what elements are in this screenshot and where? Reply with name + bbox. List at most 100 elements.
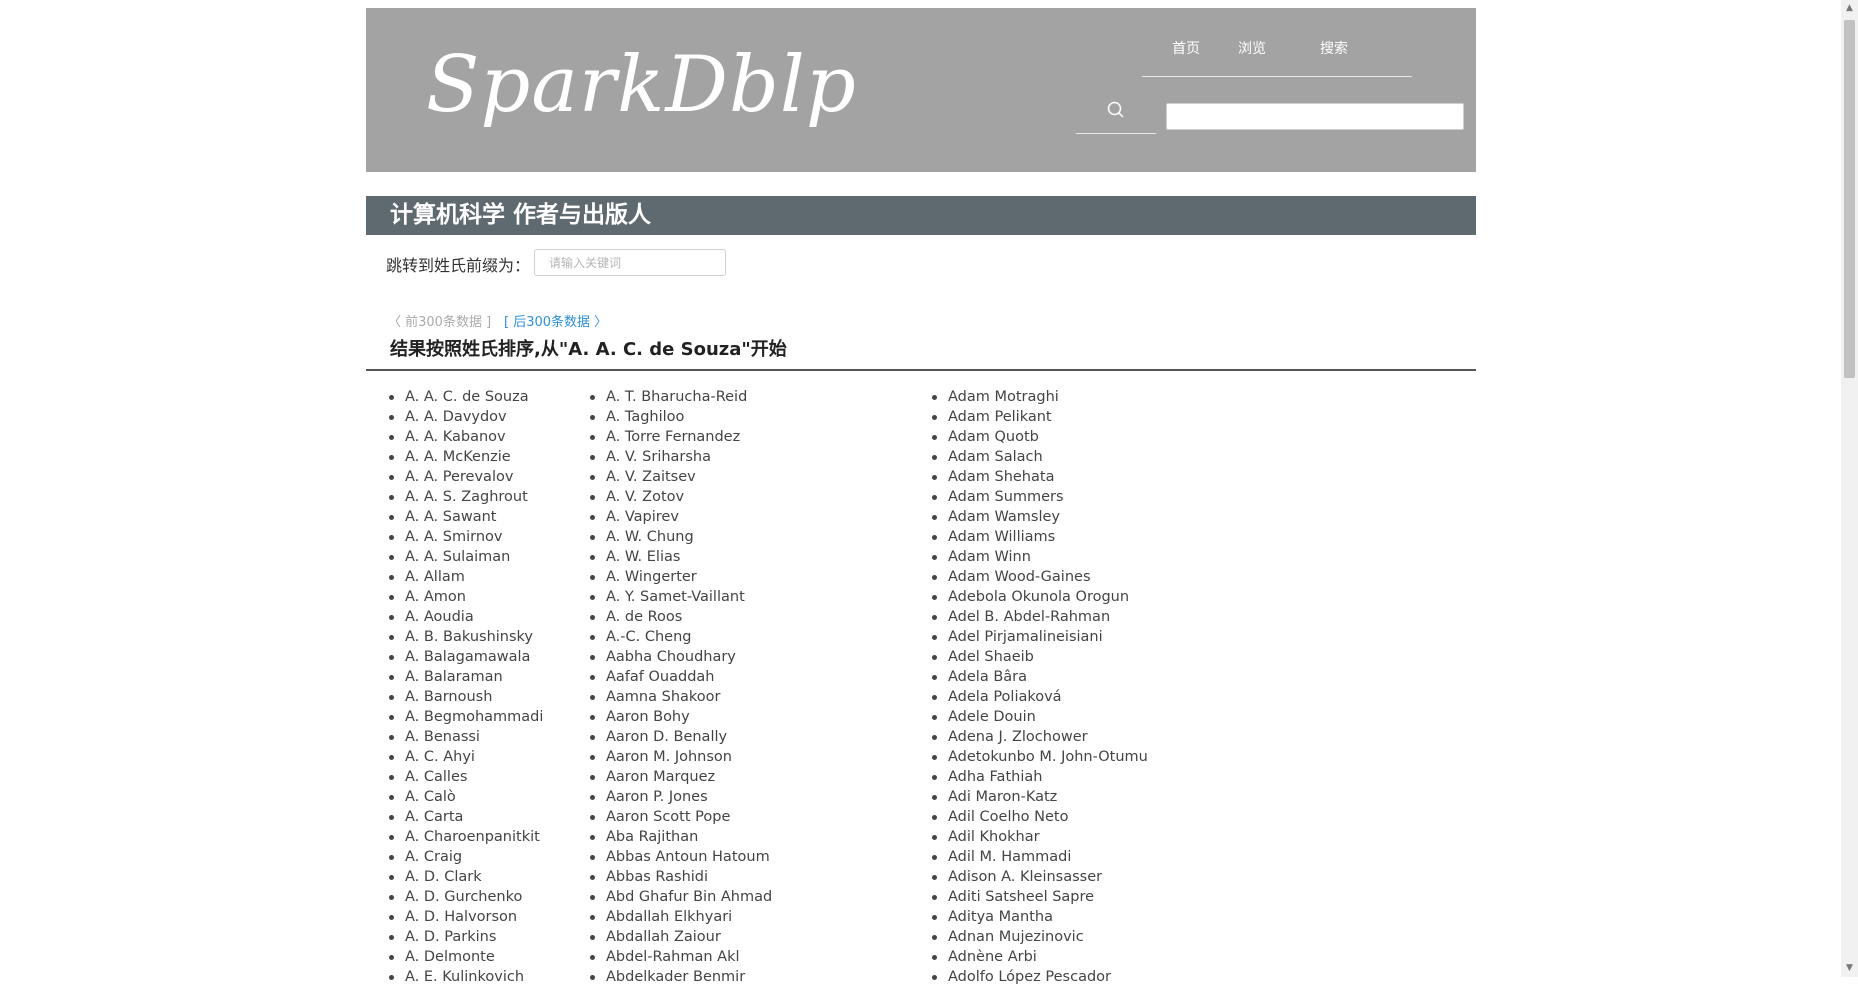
- surname-prefix-input[interactable]: [534, 249, 726, 276]
- author-link[interactable]: A. D. Gurchenko: [389, 887, 543, 907]
- author-link[interactable]: Adam Wamsley: [932, 507, 1148, 527]
- author-link[interactable]: Aaron P. Jones: [590, 787, 772, 807]
- author-link[interactable]: Adnène Arbi: [932, 947, 1148, 967]
- author-link[interactable]: A. D. Halvorson: [389, 907, 543, 927]
- header-search-input[interactable]: [1166, 103, 1464, 130]
- author-link[interactable]: Aabha Choudhary: [590, 647, 772, 667]
- author-link[interactable]: A. Delmonte: [389, 947, 543, 967]
- author-link[interactable]: A. Wingerter: [590, 567, 772, 587]
- nav-browse[interactable]: 浏览: [1238, 38, 1266, 58]
- nav-search[interactable]: 搜索: [1320, 38, 1348, 58]
- author-link[interactable]: Adam Summers: [932, 487, 1148, 507]
- author-link[interactable]: Adebola Okunola Orogun: [932, 587, 1148, 607]
- author-link[interactable]: Abd Ghafur Bin Ahmad: [590, 887, 772, 907]
- author-link[interactable]: A. A. S. Zaghrout: [389, 487, 543, 507]
- author-link[interactable]: Aafaf Ouaddah: [590, 667, 772, 687]
- author-link[interactable]: Abdelkader Benmir: [590, 967, 772, 987]
- author-link[interactable]: Abbas Antoun Hatoum: [590, 847, 772, 867]
- author-link[interactable]: A. Barnoush: [389, 687, 543, 707]
- author-link[interactable]: A. Balagamawala: [389, 647, 543, 667]
- author-link[interactable]: A. W. Elias: [590, 547, 772, 567]
- author-link[interactable]: Adison A. Kleinsasser: [932, 867, 1148, 887]
- author-link[interactable]: A. A. Kabanov: [389, 427, 543, 447]
- author-link[interactable]: Aaron Bohy: [590, 707, 772, 727]
- author-link[interactable]: Aba Rajithan: [590, 827, 772, 847]
- author-link[interactable]: A. Calò: [389, 787, 543, 807]
- author-link[interactable]: A. Craig: [389, 847, 543, 867]
- author-link[interactable]: Adam Pelikant: [932, 407, 1148, 427]
- nav-home[interactable]: 首页: [1172, 38, 1200, 58]
- author-link[interactable]: A. B. Bakushinsky: [389, 627, 543, 647]
- author-link[interactable]: Adi Maron-Katz: [932, 787, 1148, 807]
- author-link[interactable]: Aamna Shakoor: [590, 687, 772, 707]
- vertical-scrollbar[interactable]: ▲ ▼: [1841, 0, 1858, 977]
- author-link[interactable]: Aditya Mantha: [932, 907, 1148, 927]
- author-link[interactable]: A. Calles: [389, 767, 543, 787]
- author-link[interactable]: Adolfo López Pescador: [932, 967, 1148, 987]
- author-link[interactable]: Adam Winn: [932, 547, 1148, 567]
- author-link[interactable]: A. C. Ahyi: [389, 747, 543, 767]
- author-link[interactable]: A. Y. Samet-Vaillant: [590, 587, 772, 607]
- author-link[interactable]: Adil M. Hammadi: [932, 847, 1148, 867]
- author-link[interactable]: A. Taghiloo: [590, 407, 772, 427]
- author-link[interactable]: Aaron Scott Pope: [590, 807, 772, 827]
- author-link[interactable]: Adena J. Zlochower: [932, 727, 1148, 747]
- scroll-up-arrow-icon[interactable]: ▲: [1841, 0, 1858, 17]
- author-link[interactable]: Adele Douin: [932, 707, 1148, 727]
- site-logo[interactable]: SparkDblp: [426, 46, 857, 124]
- author-link[interactable]: A. D. Parkins: [389, 927, 543, 947]
- author-link[interactable]: Adam Salach: [932, 447, 1148, 467]
- author-link[interactable]: Adam Motraghi: [932, 387, 1148, 407]
- author-link[interactable]: Adil Coelho Neto: [932, 807, 1148, 827]
- author-link[interactable]: Adil Khokhar: [932, 827, 1148, 847]
- author-link[interactable]: A.-C. Cheng: [590, 627, 772, 647]
- author-link[interactable]: A. Charoenpanitkit: [389, 827, 543, 847]
- author-link[interactable]: A. A. C. de Souza: [389, 387, 543, 407]
- search-button[interactable]: [1076, 88, 1156, 134]
- author-link[interactable]: A. Benassi: [389, 727, 543, 747]
- author-link[interactable]: Adela Poliaková: [932, 687, 1148, 707]
- scroll-down-arrow-icon[interactable]: ▼: [1841, 960, 1858, 977]
- author-link[interactable]: A. D. Clark: [389, 867, 543, 887]
- author-link[interactable]: Adam Wood-Gaines: [932, 567, 1148, 587]
- author-link[interactable]: A. W. Chung: [590, 527, 772, 547]
- author-link[interactable]: A. V. Zotov: [590, 487, 772, 507]
- next-page-link[interactable]: [ 后300条数据 〉: [504, 311, 607, 330]
- author-link[interactable]: Aaron M. Johnson: [590, 747, 772, 767]
- author-link[interactable]: A. T. Bharucha-Reid: [590, 387, 772, 407]
- author-link[interactable]: Aaron Marquez: [590, 767, 772, 787]
- author-link[interactable]: A. Vapirev: [590, 507, 772, 527]
- author-link[interactable]: Adela Bâra: [932, 667, 1148, 687]
- scroll-thumb[interactable]: [1844, 20, 1855, 378]
- author-link[interactable]: A. V. Zaitsev: [590, 467, 772, 487]
- author-link[interactable]: A. A. McKenzie: [389, 447, 543, 467]
- author-link[interactable]: Adnan Mujezinovic: [932, 927, 1148, 947]
- author-link[interactable]: A. Allam: [389, 567, 543, 587]
- author-link[interactable]: A. Carta: [389, 807, 543, 827]
- author-link[interactable]: Abdel-Rahman Akl: [590, 947, 772, 967]
- author-link[interactable]: A. A. Davydov: [389, 407, 543, 427]
- author-link[interactable]: A. Balaraman: [389, 667, 543, 687]
- author-link[interactable]: A. E. Kulinkovich: [389, 967, 543, 987]
- author-link[interactable]: A. V. Sriharsha: [590, 447, 772, 467]
- author-link[interactable]: Adel B. Abdel-Rahman: [932, 607, 1148, 627]
- author-link[interactable]: A. A. Sawant: [389, 507, 543, 527]
- author-link[interactable]: Adel Pirjamalineisiani: [932, 627, 1148, 647]
- author-link[interactable]: Adam Williams: [932, 527, 1148, 547]
- author-link[interactable]: Abdallah Zaiour: [590, 927, 772, 947]
- author-link[interactable]: A. A. Smirnov: [389, 527, 543, 547]
- author-link[interactable]: Adetokunbo M. John-Otumu: [932, 747, 1148, 767]
- author-link[interactable]: A. Torre Fernandez: [590, 427, 772, 447]
- author-link[interactable]: A. A. Sulaiman: [389, 547, 543, 567]
- author-link[interactable]: Aaron D. Benally: [590, 727, 772, 747]
- author-link[interactable]: Adel Shaeib: [932, 647, 1148, 667]
- author-link[interactable]: Abdallah Elkhyari: [590, 907, 772, 927]
- author-link[interactable]: Aditi Satsheel Sapre: [932, 887, 1148, 907]
- author-link[interactable]: A. Amon: [389, 587, 543, 607]
- author-link[interactable]: A. A. Perevalov: [389, 467, 543, 487]
- author-link[interactable]: Adha Fathiah: [932, 767, 1148, 787]
- author-link[interactable]: A. Begmohammadi: [389, 707, 543, 727]
- author-link[interactable]: Adam Shehata: [932, 467, 1148, 487]
- author-link[interactable]: A. Aoudia: [389, 607, 543, 627]
- author-link[interactable]: A. de Roos: [590, 607, 772, 627]
